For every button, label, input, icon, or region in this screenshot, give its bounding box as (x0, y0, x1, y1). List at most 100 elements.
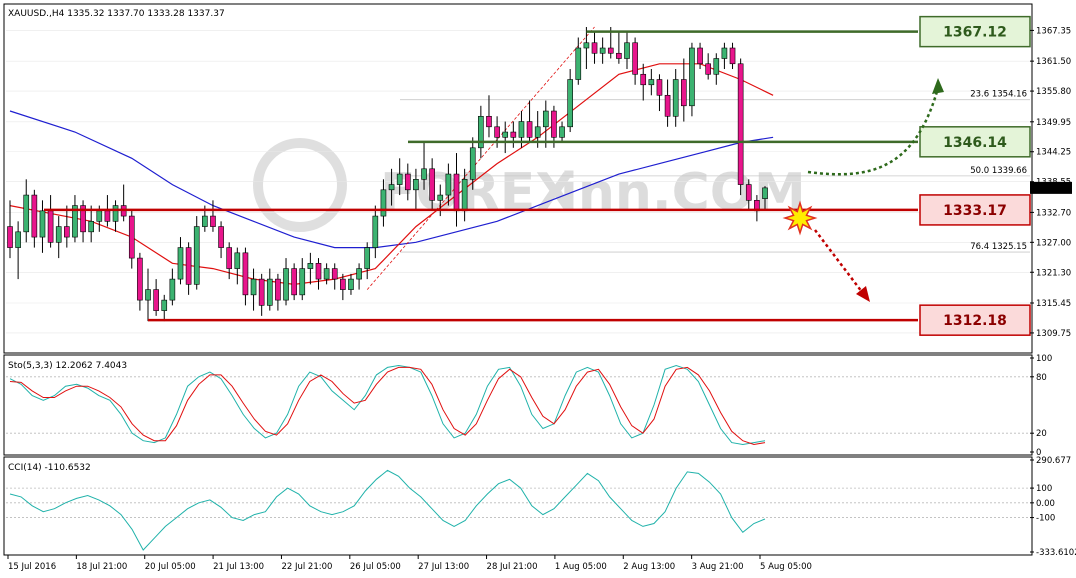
bearish-candle (640, 73, 647, 86)
bearish-candle (656, 79, 663, 96)
bearish-candle (258, 278, 265, 306)
bearish-candle (218, 226, 224, 248)
bearish-candle (632, 42, 638, 75)
price-axis-label: 1327.00 (1036, 238, 1071, 248)
price-axis-label: 1367.35 (1036, 26, 1071, 36)
bullish-candle (169, 278, 176, 301)
fib-level-label: 23.6 1354.16 (970, 90, 1027, 100)
bullish-candle (518, 121, 525, 138)
bearish-candle (340, 278, 346, 290)
bullish-candle (234, 252, 241, 269)
svg-text:inn.COM: inn.COM (560, 163, 806, 223)
bearish-candle (607, 47, 614, 54)
bearish-candle (616, 52, 622, 59)
time-axis-label: 28 Jul 21:00 (487, 562, 538, 572)
bullish-candle (559, 126, 565, 138)
bearish-candle (64, 226, 70, 238)
bullish-candle (721, 47, 728, 59)
bearish-candle (153, 289, 159, 311)
time-axis-label: 20 Jul 05:00 (145, 562, 196, 572)
stochastic-title: Sto(5,3,3) 12.2062 7.4043 (8, 361, 127, 371)
bearish-candle (591, 42, 598, 54)
bullish-candle (161, 299, 168, 311)
bullish-candle (380, 189, 387, 217)
bullish-candle (413, 179, 419, 191)
cci-axis-label: 0.00 (1036, 499, 1055, 509)
chart-canvas: FOREX inn.COM 23.6 1354.16 50.0 1339.66 76… (0, 0, 1076, 578)
bearish-candle (128, 215, 135, 259)
bullish-candle (421, 168, 427, 180)
bullish-candle (55, 226, 62, 243)
bearish-candle (745, 184, 752, 201)
bullish-candle (299, 268, 306, 296)
bearish-candle (404, 173, 411, 191)
bearish-candle (315, 263, 322, 280)
bullish-candle (145, 289, 151, 301)
time-axis-label: 5 Aug 05:00 (760, 562, 812, 572)
bullish-candle (648, 79, 655, 86)
bearish-candle (185, 247, 192, 285)
bearish-candle (697, 47, 703, 65)
bullish-candle (283, 268, 289, 301)
price-axis-label: 1332.70 (1036, 208, 1071, 218)
bullish-candle (599, 47, 606, 54)
bullish-candle (388, 184, 395, 191)
bullish-candle (713, 58, 720, 75)
bullish-candle (461, 179, 468, 212)
bearish-candle (453, 173, 460, 212)
stochastic-axis-label: 80 (1036, 373, 1047, 383)
stochastic-axis-label: 20 (1036, 429, 1047, 439)
bullish-candle (542, 110, 549, 128)
bullish-candle (762, 187, 768, 199)
bearish-candle (210, 215, 216, 227)
bearish-candle (737, 63, 744, 185)
bearish-candle (137, 257, 143, 301)
cci-axis-label: -333.6102 (1036, 548, 1076, 558)
bullish-candle (202, 215, 208, 227)
svg-text:FOREX: FOREX (380, 163, 575, 223)
bearish-candle (664, 94, 671, 117)
time-axis-label: 22 Jul 21:00 (281, 562, 332, 572)
current-price-label: 1337.37 (1034, 184, 1069, 194)
time-axis-label: 3 Aug 21:00 (692, 562, 744, 572)
bearish-candle (331, 268, 338, 280)
cci-title: CCI(14) -110.6532 (8, 463, 91, 473)
price-axis-label: 1321.30 (1036, 268, 1071, 278)
bearish-candle (681, 79, 687, 107)
bullish-candle (502, 131, 509, 138)
bullish-candle (445, 173, 452, 196)
bullish-candle (266, 278, 273, 306)
breakout-burst-icon (782, 200, 818, 236)
bearish-candle (526, 121, 533, 138)
time-axis-label: 15 Jul 2016 (8, 562, 56, 572)
price-axis-label: 1315.45 (1036, 299, 1071, 309)
cci-axis-label: 290.677 (1036, 456, 1071, 466)
bearish-candle (7, 226, 13, 248)
bullish-candle (323, 268, 330, 280)
bullish-candle (348, 278, 354, 290)
bullish-candle (396, 173, 403, 185)
bullish-candle (250, 278, 257, 296)
bearish-candle (486, 115, 492, 128)
price-axis-label: 1349.95 (1036, 118, 1071, 128)
bearish-candle (494, 126, 500, 138)
bearish-candle (510, 131, 517, 138)
bullish-candle (177, 247, 184, 280)
bullish-candle (39, 210, 46, 238)
bullish-candle (193, 226, 200, 285)
bearish-candle (291, 268, 297, 296)
bullish-candle (364, 247, 371, 269)
resistance-level-value: 1346.14 (943, 135, 1007, 151)
bearish-candle (47, 210, 54, 243)
price-axis-label: 1361.50 (1036, 57, 1071, 67)
bullish-candle (112, 205, 119, 222)
bullish-candle (437, 194, 444, 201)
bearish-candle (31, 194, 38, 238)
bullish-candle (307, 263, 314, 269)
bullish-candle (88, 221, 94, 233)
time-axis-label: 1 Aug 05:00 (555, 562, 607, 572)
support-level-value: 1333.17 (943, 203, 1007, 219)
time-axis-label: 27 Jul 13:00 (418, 562, 469, 572)
stochastic-axis-label: 100 (1036, 354, 1052, 364)
bearish-candle (551, 110, 557, 138)
